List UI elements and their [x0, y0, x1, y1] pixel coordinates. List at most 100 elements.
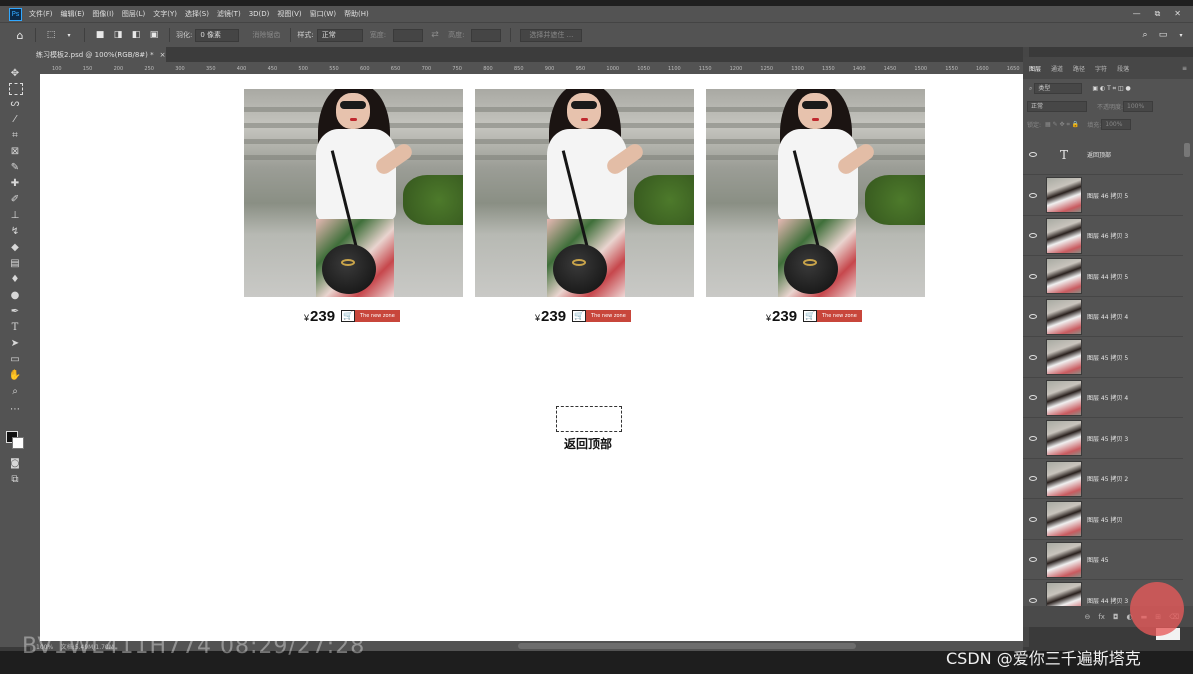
menu-window[interactable]: 窗口(W): [310, 9, 336, 19]
brush-tool-icon[interactable]: ✐: [8, 193, 22, 207]
filter-icons[interactable]: ▣ ◐ T ⌗ ◫ ●: [1092, 85, 1130, 93]
menu-view[interactable]: 视图(V): [277, 9, 301, 19]
eye-icon[interactable]: [1029, 192, 1037, 198]
layer-row[interactable]: 图层 45 拷贝 3: [1023, 419, 1183, 459]
layer-row[interactable]: 图层 44 拷贝 4: [1023, 297, 1183, 337]
height-input[interactable]: [471, 28, 502, 42]
rectangle-tool-icon[interactable]: ▭: [8, 353, 22, 367]
minimize-button[interactable]: —: [1133, 9, 1141, 19]
screen-mode-icon[interactable]: ⧉: [8, 473, 22, 487]
close-icon[interactable]: ×: [160, 51, 166, 59]
feather-input[interactable]: 0 像素: [195, 28, 240, 42]
opacity-input[interactable]: 100%: [1123, 101, 1154, 112]
tab-paths[interactable]: 路径: [1073, 64, 1085, 73]
healing-brush-tool-icon[interactable]: ✚: [8, 177, 22, 191]
panel-scrollbar[interactable]: [1184, 143, 1190, 157]
restore-button[interactable]: ⧉: [1155, 9, 1161, 19]
layer-row[interactable]: 图层 45: [1023, 540, 1183, 580]
lock-icons[interactable]: ▦ ✎ ✥ ⌗ 🔒: [1045, 121, 1079, 129]
eye-icon[interactable]: [1029, 273, 1037, 279]
home-icon[interactable]: ⌂: [14, 29, 26, 42]
path-selection-tool-icon[interactable]: ➤: [8, 337, 22, 351]
lasso-tool-icon[interactable]: ᔕ: [8, 97, 22, 111]
blend-mode-select[interactable]: 正常: [1027, 101, 1087, 112]
link-icon[interactable]: ⊖: [1084, 613, 1090, 621]
eye-icon[interactable]: [1029, 354, 1037, 360]
type-tool-icon[interactable]: T: [8, 321, 22, 335]
more-tools-icon[interactable]: ⋯: [8, 403, 22, 417]
eye-icon[interactable]: [1029, 516, 1037, 522]
magic-wand-tool-icon[interactable]: ⁄: [8, 113, 22, 127]
layer-row[interactable]: 图层 46 拷贝 3: [1023, 216, 1183, 256]
marquee-tool-preset-icon[interactable]: ⬚: [45, 29, 57, 41]
eyedropper-tool-icon[interactable]: ✎: [8, 161, 22, 175]
horizontal-scrollbar[interactable]: [518, 643, 856, 649]
tab-channels[interactable]: 通道: [1051, 64, 1063, 73]
workspace-icon[interactable]: ▭: [1157, 29, 1169, 41]
subtract-selection-icon[interactable]: ◧: [130, 29, 142, 41]
fx-icon[interactable]: fx: [1098, 613, 1105, 621]
marquee-tool-icon[interactable]: [9, 83, 23, 95]
chevron-down-icon[interactable]: ▾: [63, 29, 75, 41]
eye-icon[interactable]: [1029, 233, 1037, 238]
document-tab[interactable]: 练习模板2.psd @ 100%(RGB/8#) * ×: [30, 47, 166, 62]
hand-tool-icon[interactable]: ✋: [8, 369, 22, 383]
eye-icon[interactable]: [1029, 314, 1037, 319]
select-and-mask-button[interactable]: 选择并遮住 ...: [520, 28, 583, 42]
antialias-checkbox[interactable]: 消除锯齿: [252, 30, 280, 40]
tab-character[interactable]: 字符: [1095, 64, 1107, 73]
layer-row[interactable]: 图层 45 拷贝 2: [1023, 459, 1183, 499]
width-input[interactable]: [393, 28, 424, 42]
tab-paragraph[interactable]: 段落: [1117, 64, 1129, 73]
background-color-swatch[interactable]: [12, 437, 24, 449]
menu-file[interactable]: 文件(F): [29, 9, 53, 19]
swap-icon[interactable]: ⇄: [429, 29, 441, 41]
blur-tool-icon[interactable]: ♦: [8, 273, 22, 287]
menu-filter[interactable]: 滤镜(T): [217, 9, 241, 19]
menu-type[interactable]: 文字(Y): [153, 9, 177, 19]
close-button[interactable]: ✕: [1174, 9, 1181, 19]
chevron-down-icon[interactable]: ▾: [1175, 29, 1187, 41]
eye-icon[interactable]: [1029, 557, 1037, 562]
eye-icon[interactable]: [1029, 597, 1037, 603]
eye-icon[interactable]: [1029, 476, 1037, 481]
layer-row[interactable]: 图层 44 拷贝 5: [1023, 257, 1183, 297]
document-canvas[interactable]: ¥239 🛒 The new zone ¥239 🛒 The new zone ¥2…: [40, 74, 1023, 641]
frame-tool-icon[interactable]: ⊠: [8, 145, 22, 159]
mask-icon[interactable]: ◘: [1113, 613, 1119, 621]
tab-layers[interactable]: 图层: [1029, 64, 1041, 73]
style-select[interactable]: 正常: [316, 28, 363, 42]
eye-icon[interactable]: [1029, 152, 1037, 157]
history-brush-tool-icon[interactable]: ↯: [8, 225, 22, 239]
menu-edit[interactable]: 编辑(E): [61, 9, 85, 19]
eye-icon[interactable]: [1029, 395, 1037, 400]
menu-3d[interactable]: 3D(D): [249, 10, 270, 18]
fill-input[interactable]: 100%: [1101, 119, 1132, 130]
clone-stamp-tool-icon[interactable]: ⊥: [8, 209, 22, 223]
selection-marquee[interactable]: [556, 406, 622, 432]
layer-row[interactable]: 图层 45 拷贝: [1023, 500, 1183, 540]
add-selection-icon[interactable]: ◨: [112, 29, 124, 41]
layer-row[interactable]: 图层 45 拷贝 5: [1023, 338, 1183, 378]
menu-select[interactable]: 选择(S): [185, 9, 209, 19]
eye-icon[interactable]: [1029, 435, 1037, 441]
menu-image[interactable]: 图像(I): [92, 9, 114, 19]
menu-help[interactable]: 帮助(H): [344, 9, 369, 19]
filter-kind-select[interactable]: 类型: [1034, 83, 1083, 94]
text-layer-row[interactable]: T 返回顶部: [1023, 135, 1183, 175]
move-tool-icon[interactable]: ✥: [8, 67, 22, 81]
layer-row[interactable]: 图层 46 拷贝 5: [1023, 176, 1183, 216]
layer-row[interactable]: 图层 45 拷贝 4: [1023, 378, 1183, 418]
gradient-tool-icon[interactable]: ▤: [8, 257, 22, 271]
menu-layer[interactable]: 图层(L): [122, 9, 145, 19]
search-icon[interactable]: ⌕: [1139, 29, 1151, 41]
intersect-selection-icon[interactable]: ▣: [148, 29, 160, 41]
zoom-tool-icon[interactable]: ⌕: [8, 385, 22, 399]
quick-mask-icon[interactable]: ◙: [8, 457, 22, 471]
pen-tool-icon[interactable]: ✒: [8, 305, 22, 319]
panel-menu-icon[interactable]: ≡: [1182, 65, 1187, 72]
new-selection-icon[interactable]: ■: [94, 29, 106, 41]
eraser-tool-icon[interactable]: ◆: [8, 241, 22, 255]
dodge-tool-icon[interactable]: ●: [8, 289, 22, 303]
crop-tool-icon[interactable]: ⌗: [8, 129, 22, 143]
